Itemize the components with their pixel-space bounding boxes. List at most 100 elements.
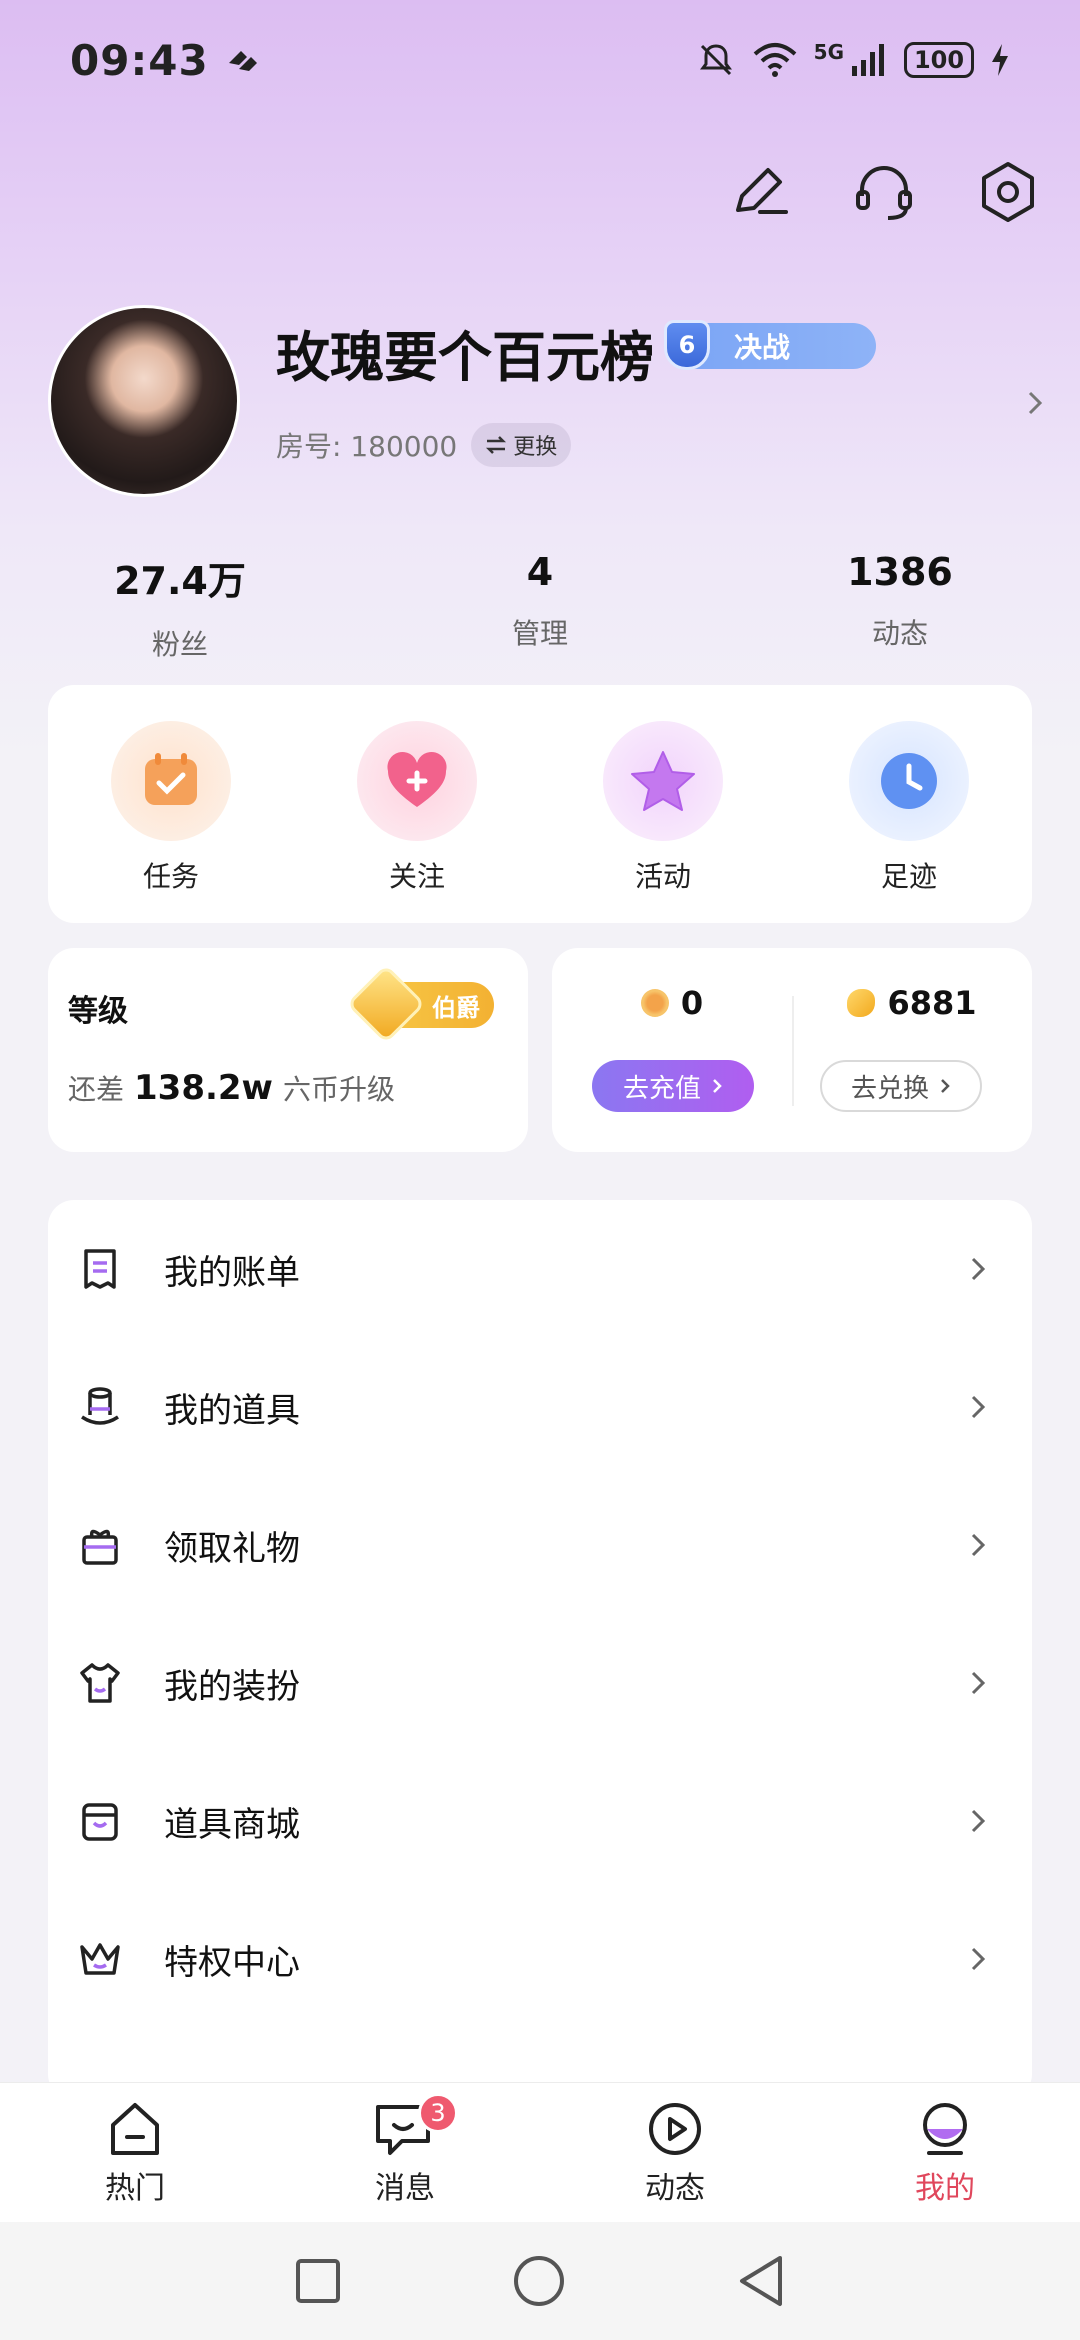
status-bar: 09:43 5G 100 (0, 0, 1080, 120)
quick-item-events[interactable]: 活动 (540, 721, 786, 923)
chevron-right-icon (971, 1947, 986, 1971)
nav-label: 热门 (105, 2171, 165, 2206)
recharge-button[interactable]: 去充值 (592, 1060, 754, 1112)
noble-rank-badge: 伯爵 (346, 964, 494, 1044)
room-number: 房号: 180000 (276, 430, 458, 463)
quick-item-tasks[interactable]: 任务 (48, 721, 294, 923)
chevron-right-icon (971, 1533, 986, 1557)
stat-admins[interactable]: 4 管理 (360, 550, 720, 663)
settings-button[interactable] (976, 160, 1040, 224)
menu-item-bills[interactable]: 我的账单 (48, 1200, 1032, 1338)
wifi-icon (753, 43, 796, 77)
quick-label: 任务 (142, 860, 199, 893)
back-icon[interactable] (736, 2254, 786, 2308)
hat-icon (81, 1387, 119, 1425)
home-icon (111, 2103, 159, 2155)
menu-item-gifts[interactable]: 领取礼物 (48, 1476, 1032, 1614)
menu-item-outfits[interactable]: 我的装扮 (48, 1614, 1032, 1752)
bottom-navigation: 热门 3 消息 动态 我的 (0, 2082, 1080, 2222)
recent-apps-icon[interactable] (294, 2257, 342, 2305)
status-time: 09:43 (70, 35, 209, 85)
level-shield-icon: 6 (664, 320, 710, 370)
wallet-card: 0 去充值 6881 去兑换 (552, 948, 1032, 1152)
clock-icon (849, 721, 969, 841)
network-type: 5G (813, 40, 844, 64)
quick-actions-card: 任务 关注 活动 足迹 (48, 685, 1032, 923)
stat-posts[interactable]: 1386 动态 (720, 550, 1080, 663)
gold-bean-icon (847, 989, 876, 1017)
avatar[interactable] (48, 305, 240, 497)
bean-amount: 6881 (887, 984, 977, 1022)
star-icon (603, 721, 723, 841)
coin-column: 0 去充值 (552, 948, 792, 1152)
menu-item-privileges[interactable]: 特权中心 (48, 1890, 1032, 2028)
bill-icon (84, 1249, 116, 1289)
settings-hexagon-icon (982, 162, 1034, 222)
charging-icon (992, 44, 1008, 76)
calendar-check-icon (111, 721, 231, 841)
level-card-title: 等级 (68, 994, 128, 1029)
menu-label: 道具商城 (164, 1804, 300, 1845)
edit-button[interactable] (728, 160, 792, 224)
swap-icon (486, 436, 507, 454)
exchange-button[interactable]: 去兑换 (820, 1060, 982, 1112)
level-badge: 6 决战 (664, 320, 876, 370)
profile-name: 玫瑰要个百元榜 (276, 326, 654, 389)
shirt-icon (80, 1663, 120, 1703)
swap-room-button[interactable]: 更换 (471, 423, 572, 467)
home-circle-icon[interactable] (512, 2254, 566, 2308)
noble-gem-icon (346, 964, 426, 1044)
crown-icon (80, 1943, 120, 1975)
chevron-right-icon (941, 1079, 950, 1093)
customer-service-button[interactable] (852, 160, 916, 224)
top-actions (728, 160, 1040, 224)
nav-label: 动态 (645, 2171, 705, 2206)
chevron-right-icon (971, 1257, 986, 1281)
edit-icon (736, 168, 788, 214)
stat-label: 动态 (871, 617, 928, 650)
stats-row: 27.4万 粉丝 4 管理 1386 动态 (0, 550, 1080, 663)
stat-label: 管理 (511, 617, 568, 650)
level-name: 决战 (734, 331, 791, 364)
nav-item-feed[interactable]: 动态 (540, 2083, 810, 2222)
menu-card: 我的账单 我的道具 领取礼物 我的装扮 道具商城 特权中心 (48, 1200, 1032, 2100)
coin-balance: 0 (552, 984, 792, 1022)
system-navigation (0, 2222, 1080, 2340)
level-progress-text: 还差 138.2w 六币升级 (68, 1068, 395, 1108)
quick-item-footprints[interactable]: 足迹 (786, 721, 1032, 923)
nav-label: 消息 (375, 2171, 435, 2206)
nav-item-messages[interactable]: 3 消息 (270, 2083, 540, 2222)
unread-badge: 3 (418, 2093, 458, 2133)
nav-label: 我的 (915, 2171, 975, 2206)
room-info: 房号: 180000 更换 (276, 423, 572, 467)
chevron-right-icon (971, 1671, 986, 1695)
menu-item-props[interactable]: 我的道具 (48, 1338, 1032, 1476)
signal-icon (852, 44, 884, 76)
stat-label: 粉丝 (151, 628, 208, 661)
six-coin-icon (640, 989, 669, 1017)
stat-fans[interactable]: 27.4万 粉丝 (0, 550, 360, 663)
play-icon (649, 2103, 701, 2155)
bean-column: 6881 去兑换 (792, 948, 1032, 1152)
recharge-label: 去充值 (622, 1073, 701, 1104)
stat-value: 1386 (847, 550, 953, 594)
quick-item-follow[interactable]: 关注 (294, 721, 540, 923)
chevron-right-icon[interactable] (1024, 385, 1048, 421)
level-prefix: 还差 (68, 1073, 125, 1106)
profile-icon (923, 2103, 967, 2155)
quick-label: 活动 (634, 860, 691, 893)
nav-item-me[interactable]: 我的 (810, 2083, 1080, 2222)
battery-indicator: 100 (904, 42, 974, 78)
quick-label: 关注 (388, 860, 445, 893)
profile-header[interactable]: 玫瑰要个百元榜 6 决战 房号: 180000 更换 (48, 305, 1048, 500)
stat-value: 27.4万 (114, 559, 246, 603)
gift-icon (82, 1529, 118, 1565)
level-card[interactable]: 等级 伯爵 还差 138.2w 六币升级 (48, 948, 528, 1152)
shop-icon (82, 1803, 118, 1841)
headset-icon (856, 166, 912, 220)
level-amount: 138.2w (134, 1068, 273, 1108)
menu-label: 特权中心 (164, 1942, 300, 1983)
menu-label: 我的装扮 (164, 1666, 300, 1707)
nav-item-hot[interactable]: 热门 (0, 2083, 270, 2222)
menu-item-shop[interactable]: 道具商城 (48, 1752, 1032, 1890)
